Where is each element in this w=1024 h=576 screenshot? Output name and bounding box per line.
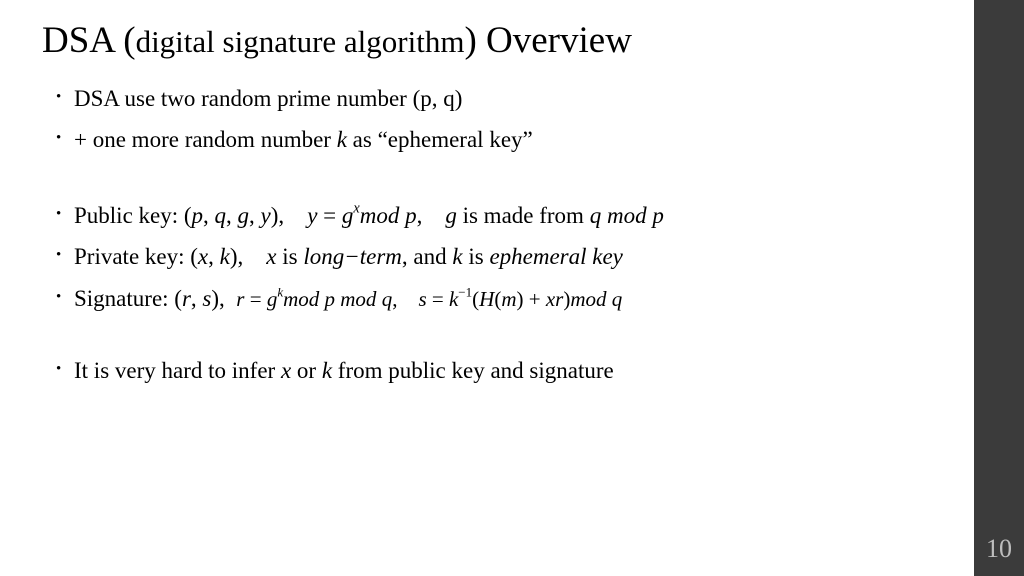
var-q: q — [382, 287, 393, 311]
var-y: y — [261, 203, 271, 228]
b4-is1: is — [276, 244, 303, 269]
var-x: x — [198, 244, 208, 269]
bullet-2: + one more random number k as “ephemeral… — [56, 122, 954, 158]
var-p3: p — [652, 203, 664, 228]
bullet-4: Private key: (x, k), x is long−term, and… — [56, 239, 954, 275]
b5-a: Signature: ( — [74, 286, 182, 311]
title-suffix: ) Overview — [464, 20, 631, 61]
sup-m1: −1 — [458, 284, 472, 299]
var-k3: k — [449, 287, 458, 311]
sig-math: r = gkmod p mod q, s = k−1(H(m) + xr)mod… — [236, 287, 622, 311]
var-p: p — [325, 287, 336, 311]
var-k: k — [337, 127, 347, 152]
bullet-3: Public key: (p, q, g, y), y = gxmod p, g… — [56, 198, 954, 234]
b5-cc: , — [392, 287, 418, 311]
rp2: ) — [517, 287, 524, 311]
title-sub: digital signature algorithm — [136, 24, 465, 59]
b4-a: Private key: ( — [74, 244, 198, 269]
b4-b: ), — [230, 244, 266, 269]
var-g2: g — [342, 203, 354, 228]
b5-c1: , — [191, 286, 203, 311]
slide-title: DSA (digital signature algorithm) Overvi… — [42, 20, 954, 63]
mod-2: mod — [607, 203, 647, 228]
mod-q2: mod — [570, 287, 606, 311]
var-g: g — [267, 287, 278, 311]
mod-q: mod — [340, 287, 376, 311]
b4-c1: , — [208, 244, 220, 269]
H: H — [479, 287, 494, 311]
var-p: p — [192, 203, 204, 228]
var-q: q — [215, 203, 227, 228]
plus: + — [524, 287, 546, 311]
b5-eq2: = — [427, 287, 449, 311]
b6-b: from public key and signature — [332, 358, 614, 383]
var-k: k — [322, 358, 332, 383]
bullet-1-text: DSA use two random prime number (p, q) — [74, 86, 462, 111]
var-r: r — [182, 286, 191, 311]
page-number: 10 — [974, 534, 1024, 564]
b4-is2: is — [463, 244, 490, 269]
bullet-list: DSA use two random prime number (p, q) +… — [42, 81, 954, 389]
spacer — [56, 164, 954, 198]
b3-c: , — [417, 203, 446, 228]
var-x: x — [281, 358, 291, 383]
b2-a: + one more random number — [74, 127, 337, 152]
var-k: k — [220, 244, 230, 269]
slide: 10 DSA (digital signature algorithm) Ove… — [0, 0, 1024, 576]
b2-b: as “ephemeral key” — [347, 127, 533, 152]
var-m: m — [501, 287, 516, 311]
b3-c2: , — [226, 203, 238, 228]
var-x: x — [546, 287, 555, 311]
spacer-2 — [56, 323, 954, 353]
var-q2: q — [590, 203, 602, 228]
ephemeral-key: ephemeral key — [489, 244, 622, 269]
b6-a: It is very hard to infer — [74, 358, 281, 383]
b3-b: ), — [271, 203, 307, 228]
b3-eq: = — [317, 203, 341, 228]
bullet-5: Signature: (r, s), r = gkmod p mod q, s … — [56, 281, 954, 317]
long-term: long−term — [303, 244, 402, 269]
bullet-6: It is very hard to infer x or k from pub… — [56, 353, 954, 389]
b5-b: ), — [211, 286, 236, 311]
var-x2: x — [266, 244, 276, 269]
var-g: g — [238, 203, 250, 228]
var-s2: s — [418, 287, 426, 311]
b3-c3: , — [249, 203, 261, 228]
mod-p: mod — [283, 287, 319, 311]
mod-1: mod — [360, 203, 400, 228]
b3-a: Public key: ( — [74, 203, 192, 228]
b3-mid: is made from — [457, 203, 590, 228]
var-k2: k — [452, 244, 462, 269]
b3-c1: , — [203, 203, 215, 228]
title-prefix: DSA ( — [42, 20, 136, 61]
b4-and: , and — [402, 244, 452, 269]
b5-eq1: = — [244, 287, 266, 311]
bullet-1: DSA use two random prime number (p, q) — [56, 81, 954, 117]
var-q2: q — [612, 287, 623, 311]
b6-or: or — [291, 358, 322, 383]
var-y2: y — [307, 203, 317, 228]
var-p2: p — [405, 203, 417, 228]
content-area: DSA (digital signature algorithm) Overvi… — [42, 20, 954, 394]
side-accent-bar: 10 — [974, 0, 1024, 576]
var-g3: g — [445, 203, 457, 228]
